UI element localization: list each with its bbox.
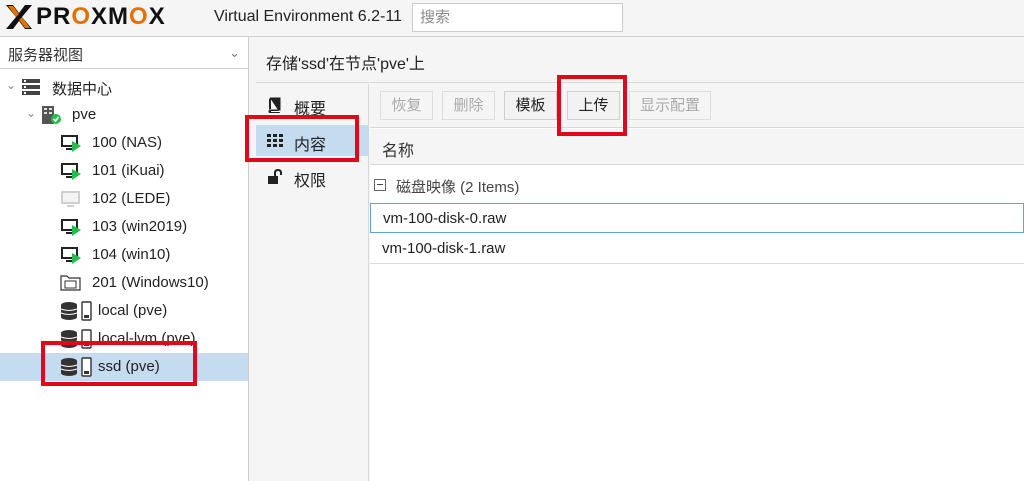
top-header: PROXMOX Virtual Environment 6.2-11 bbox=[0, 0, 1024, 37]
tree-item-label: 201 (Windows10) bbox=[92, 274, 209, 291]
restore-button[interactable]: 恢复 bbox=[380, 91, 433, 120]
tree-item-template-201[interactable]: 201 (Windows10) bbox=[0, 269, 248, 297]
upload-button[interactable]: 上传 bbox=[567, 91, 620, 120]
nav-item-summary[interactable]: 概要 bbox=[256, 89, 369, 120]
tree-item-label: pve bbox=[72, 106, 97, 123]
proxmox-x-icon bbox=[6, 5, 32, 29]
page-title: 存储'ssd'在节点'pve'上 bbox=[266, 56, 425, 73]
nav-item-label: 概要 bbox=[294, 101, 327, 118]
storage-icon bbox=[60, 357, 92, 377]
book-icon bbox=[268, 97, 281, 113]
tree-item-label: local (pve) bbox=[98, 302, 168, 319]
vm-running-icon bbox=[61, 163, 81, 180]
nav-item-permissions[interactable]: 权限 bbox=[256, 161, 369, 192]
tree-item-node-pve[interactable]: ⌄ pve bbox=[0, 101, 248, 129]
side-nav: 概要 内容 权限 bbox=[256, 84, 369, 481]
tree-item-storage-local[interactable]: local (pve) bbox=[0, 297, 248, 325]
search-input[interactable] bbox=[412, 3, 623, 32]
collapse-icon[interactable] bbox=[374, 179, 386, 191]
tree-item-label: 102 (LEDE) bbox=[92, 190, 171, 207]
show-config-button[interactable]: 显示配置 bbox=[629, 91, 711, 120]
expand-arrow-icon[interactable]: ⌄ bbox=[26, 106, 36, 120]
tree-item-label: 101 (iKuai) bbox=[92, 162, 165, 179]
tree-item-storage-ssd[interactable]: ssd (pve) bbox=[0, 353, 248, 381]
tree-item-datacenter[interactable]: ⌄ 数据中心 bbox=[0, 73, 248, 101]
table-cell-name: vm-100-disk-0.raw bbox=[383, 210, 507, 227]
content-header: 存储'ssd'在节点'pve'上 bbox=[256, 37, 1024, 83]
grid-icon bbox=[267, 134, 283, 147]
vm-stopped-icon bbox=[61, 191, 80, 207]
tree-item-vm-103[interactable]: 103 (win2019) bbox=[0, 213, 248, 241]
tree-item-vm-104[interactable]: 104 (win10) bbox=[0, 241, 248, 269]
tree-item-vm-101[interactable]: 101 (iKuai) bbox=[0, 157, 248, 185]
storage-icon bbox=[60, 329, 92, 349]
datacenter-icon bbox=[22, 79, 40, 95]
group-label: 磁盘映像 (2 Items) bbox=[396, 179, 520, 196]
tree-item-label: 100 (NAS) bbox=[92, 134, 163, 151]
tree-item-label: ssd (pve) bbox=[98, 358, 160, 375]
proxmox-logo[interactable]: PROXMOX bbox=[4, 2, 166, 32]
product-title: Virtual Environment 6.2-11 bbox=[214, 8, 402, 25]
tree-item-label: 103 (win2019) bbox=[92, 218, 188, 235]
tree-item-label: 数据中心 bbox=[52, 81, 113, 98]
table-cell-name: vm-100-disk-1.raw bbox=[382, 240, 506, 257]
tree-item-label: 104 (win10) bbox=[92, 246, 171, 263]
logo-wordmark: PROXMOX bbox=[36, 3, 166, 30]
node-online-icon bbox=[42, 106, 61, 124]
view-select-value: 服务器视图 bbox=[8, 47, 84, 64]
tree-item-vm-100[interactable]: 100 (NAS) bbox=[0, 129, 248, 157]
nav-item-label: 权限 bbox=[294, 173, 327, 190]
unlock-icon bbox=[268, 169, 282, 184]
toolbar: 恢复 删除 模板 上传 显示配置 bbox=[370, 84, 1024, 128]
vm-running-icon bbox=[61, 135, 81, 152]
tree-item-label: local-lvm (pve) bbox=[98, 330, 196, 347]
grid-header: 名称 bbox=[370, 129, 1024, 165]
resource-tree-panel: 服务器视图 ⌄ ⌄ 数据中心 ⌄ pve 100 (NAS) 101 (iKua… bbox=[0, 37, 249, 481]
template-icon bbox=[60, 275, 81, 291]
column-header-name[interactable]: 名称 bbox=[382, 137, 414, 161]
chevron-down-icon[interactable]: ⌄ bbox=[229, 45, 240, 61]
storage-icon bbox=[60, 301, 92, 321]
view-select[interactable]: 服务器视图 ⌄ bbox=[0, 37, 248, 69]
group-row-disk-images[interactable]: 磁盘映像 (2 Items) bbox=[370, 171, 1024, 201]
table-row[interactable]: vm-100-disk-0.raw bbox=[370, 203, 1024, 233]
storage-content-panel: 恢复 删除 模板 上传 显示配置 名称 磁盘映像 (2 Items) vm-10… bbox=[370, 84, 1024, 481]
vm-running-icon bbox=[61, 247, 81, 264]
tree-item-vm-102[interactable]: 102 (LEDE) bbox=[0, 185, 248, 213]
remove-button[interactable]: 删除 bbox=[442, 91, 495, 120]
table-row[interactable]: vm-100-disk-1.raw bbox=[370, 234, 1024, 264]
expand-arrow-icon[interactable]: ⌄ bbox=[6, 78, 16, 92]
vm-running-icon bbox=[61, 219, 81, 236]
nav-item-content[interactable]: 内容 bbox=[256, 125, 369, 156]
template-button[interactable]: 模板 bbox=[504, 91, 557, 120]
nav-item-label: 内容 bbox=[294, 137, 327, 154]
tree-item-storage-local-lvm[interactable]: local-lvm (pve) bbox=[0, 325, 248, 353]
